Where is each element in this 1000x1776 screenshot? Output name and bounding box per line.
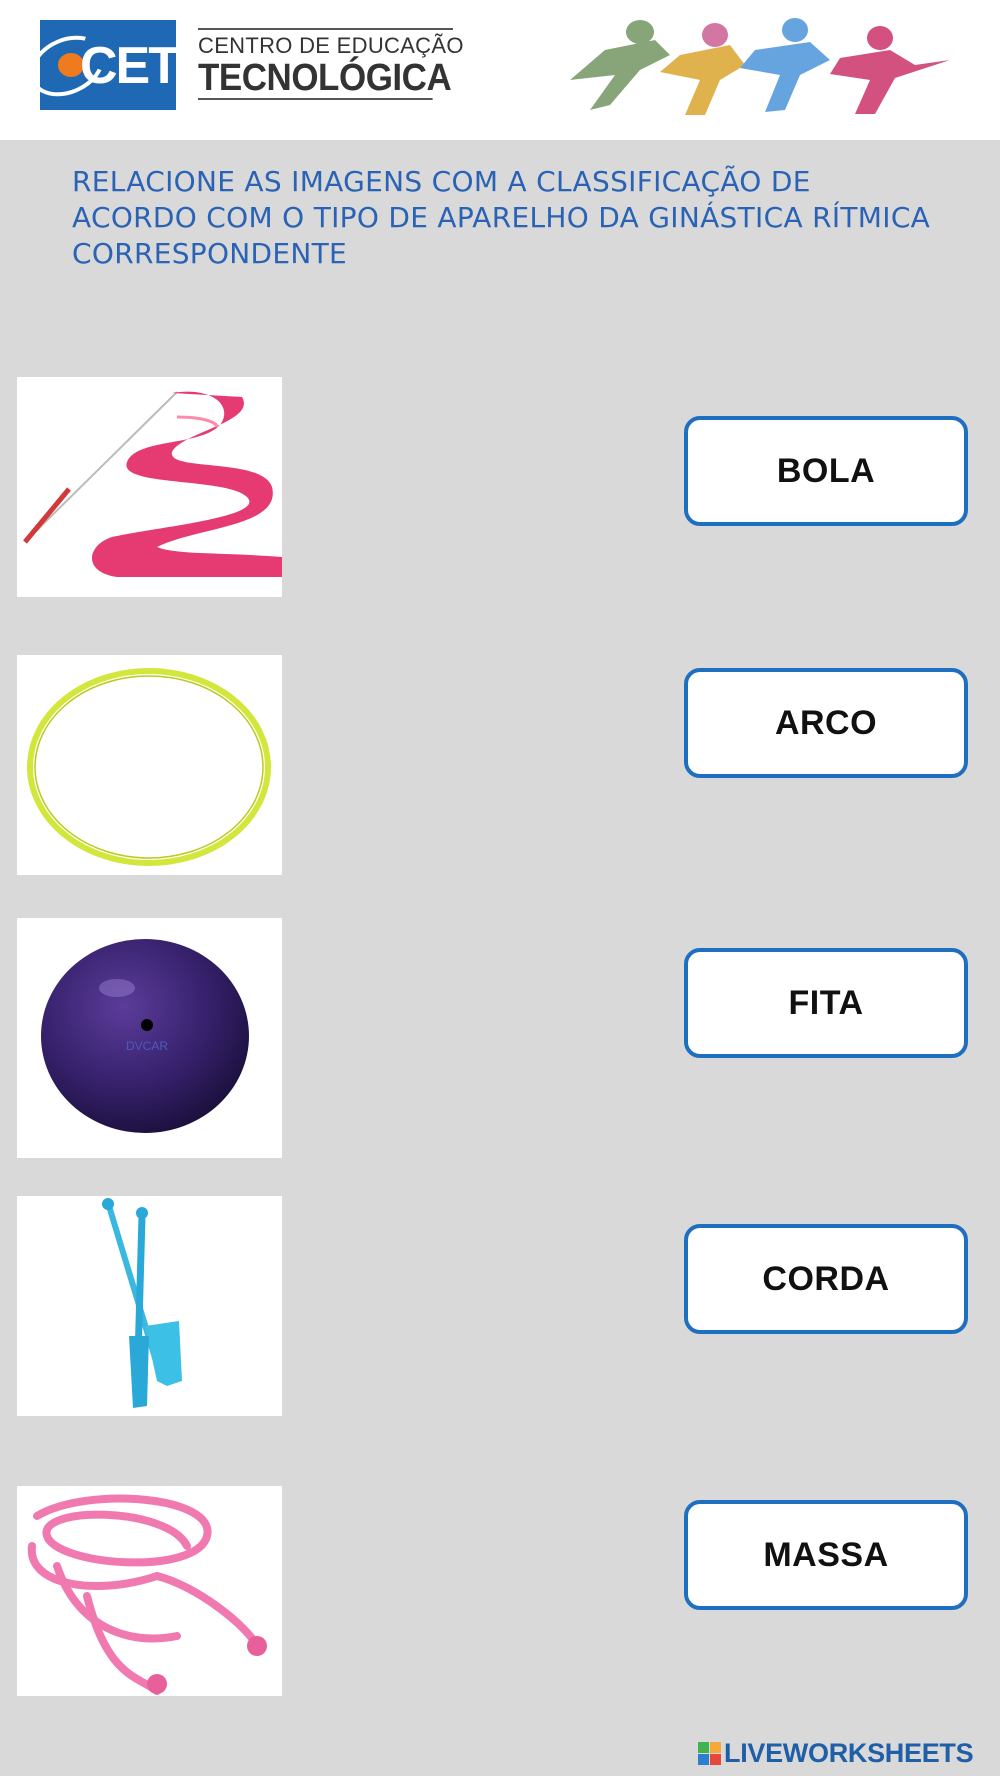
runners-banner-image	[570, 18, 950, 115]
rope-image	[17, 1486, 282, 1696]
instructions-title: RELACIONE AS IMAGENS COM A CLASSIFICAÇÃO…	[72, 165, 931, 270]
answer-label-fita: FITA	[788, 983, 864, 1022]
hoop-image	[17, 655, 282, 875]
org-name-line2: TECNOLÓGICA	[198, 57, 452, 100]
answer-label-corda: CORDA	[762, 1259, 890, 1298]
org-name-line1: CENTRO DE EDUCAÇÃO	[198, 28, 463, 58]
answer-box-bola[interactable]: BOLA	[684, 416, 968, 526]
answer-label-massa: MASSA	[763, 1535, 889, 1574]
liveworksheets-icon	[698, 1741, 721, 1765]
answer-box-arco[interactable]: ARCO	[684, 668, 968, 778]
answer-box-corda[interactable]: CORDA	[684, 1224, 968, 1334]
cet-logo: CET	[19, 20, 180, 110]
org-name: CENTRO DE EDUCAÇÃO TECNOLÓGICA	[198, 28, 463, 100]
logo-text: CET	[80, 37, 180, 95]
ribbon-image	[17, 377, 282, 597]
header: CET CENTRO DE EDUCAÇÃO TECNOLÓGICA	[0, 0, 1000, 140]
answer-label-arco: ARCO	[774, 703, 878, 742]
answer-label-bola: BOLA	[776, 451, 876, 490]
ball-brand-text: DVCAR	[126, 1039, 168, 1053]
ball-image: DVCAR	[17, 918, 282, 1158]
liveworksheets-brand-text: LIVEWORKSHEETS	[724, 1738, 974, 1768]
answer-box-fita[interactable]: FITA	[684, 948, 968, 1058]
liveworksheets-logo: LIVEWORKSHEETS	[698, 1738, 974, 1768]
answer-box-massa[interactable]: MASSA	[684, 1500, 968, 1610]
clubs-image	[17, 1196, 282, 1416]
